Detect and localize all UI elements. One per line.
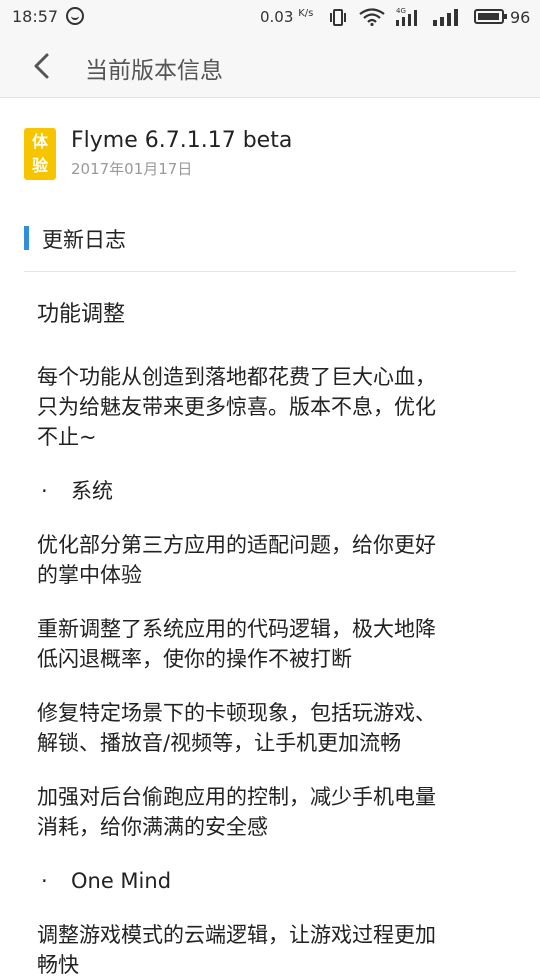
bullet-dot: ·	[41, 479, 48, 503]
battery-percent: 96	[510, 8, 531, 27]
bullet-label: 系统	[71, 479, 113, 503]
changelog-item-line: 解锁、播放音/视频等，让手机更加流畅	[37, 731, 402, 755]
status-bar: 18:57 0.03 K/s 4G 96	[0, 0, 540, 34]
bullet-one-mind: · One Mind	[37, 866, 507, 896]
beta-badge: 体 验	[24, 128, 56, 180]
version-date: 2017年01月17日	[71, 160, 193, 178]
status-time: 18:57	[12, 7, 59, 26]
intro-line: 不止~	[37, 425, 97, 449]
changelog-item-line: 畅快	[37, 953, 79, 977]
network-speed-value: 0.03	[260, 8, 294, 26]
network-speed: 0.03 K/s	[260, 8, 313, 26]
changelog-item-line: 消耗，给你满满的安全感	[37, 815, 268, 839]
bullet-label: One Mind	[71, 869, 172, 893]
changelog-item-line: 优化部分第三方应用的适配问题，给你更好	[37, 533, 436, 557]
vibrate-icon	[330, 9, 346, 26]
bullet-system: · 系统	[37, 476, 507, 506]
bullet-dot: ·	[41, 869, 48, 893]
app-header: 当前版本信息	[0, 34, 540, 98]
page-title: 当前版本信息	[85, 58, 223, 84]
svg-text:4G: 4G	[396, 7, 406, 15]
cellular-signal-icon	[433, 9, 458, 26]
changelog-heading: 功能调整	[37, 302, 126, 327]
changelog-item-line: 加强对后台偷跑应用的控制，减少手机电量	[37, 785, 436, 809]
section-title: 更新日志	[42, 228, 126, 252]
badge-text-line1: 体	[31, 132, 48, 151]
intro-line: 每个功能从创造到落地都花费了巨大心血，	[37, 365, 436, 389]
battery-fill	[478, 13, 499, 20]
notification-app-icon	[66, 7, 84, 25]
changelog-item-line: 的掌中体验	[37, 563, 142, 587]
changelog-item-line: 低闪退概率，使你的操作不被打断	[37, 647, 352, 671]
changelog-item-line: 重新调整了系统应用的代码逻辑，极大地降	[37, 617, 436, 641]
version-info: 体 验 Flyme 6.7.1.17 beta 2017年01月17日	[24, 128, 524, 184]
badge-text-line2: 验	[31, 156, 48, 175]
changelog-section-header: 更新日志	[24, 224, 516, 272]
cellular-signal-4g-icon: 4G	[396, 7, 417, 26]
back-button[interactable]	[24, 48, 60, 84]
network-speed-unit: K/s	[298, 8, 314, 19]
changelog-item-line: 修复特定场景下的卡顿现象，包括玩游戏、	[37, 701, 436, 725]
section-accent-bar	[24, 226, 29, 250]
intro-line: 只为给魅友带来更多惊喜。版本不息，优化	[37, 395, 436, 419]
version-name: Flyme 6.7.1.17 beta	[71, 128, 293, 153]
wifi-icon	[359, 8, 385, 26]
changelog-item-line: 调整游戏模式的云端逻辑，让游戏过程更加	[37, 923, 436, 947]
battery-icon	[474, 9, 507, 24]
